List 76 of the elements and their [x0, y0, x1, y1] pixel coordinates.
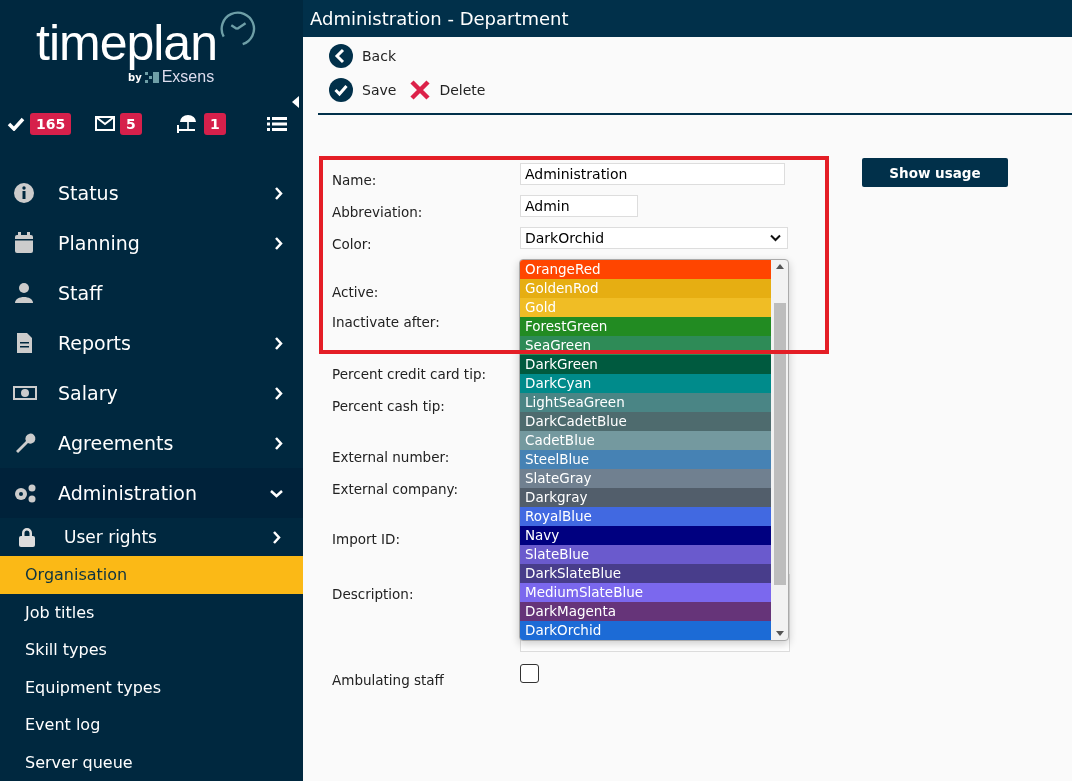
color-option[interactable]: MediumSlateBlue	[520, 583, 771, 602]
color-option[interactable]: DarkOrchid	[520, 621, 771, 640]
nav-item[interactable]: Status	[0, 168, 303, 218]
field-label: Description:	[332, 586, 415, 602]
chevron-right-icon	[274, 236, 283, 250]
field-label: Ambulating staff	[332, 672, 445, 688]
check-icon[interactable]	[7, 116, 25, 131]
check-icon	[329, 78, 353, 102]
scroll-down-icon[interactable]	[775, 631, 784, 636]
count-badge: 165	[30, 112, 72, 135]
color-option[interactable]: DarkCyan	[520, 374, 771, 393]
nav-item[interactable]: Salary	[0, 368, 303, 418]
color-option[interactable]: DarkSlateBlue	[520, 564, 771, 583]
color-option[interactable]: DarkGreen	[520, 355, 771, 374]
field-label: Name:	[332, 172, 378, 188]
chevron-down-icon	[270, 488, 283, 498]
list-icon[interactable]	[267, 115, 287, 132]
chevron-down-icon	[770, 234, 781, 242]
logo-by: by	[128, 71, 142, 83]
field-label: Percent cash tip:	[332, 398, 446, 414]
page-title: Administration - Department	[310, 8, 569, 29]
count-badge: 1	[204, 112, 226, 135]
color-option[interactable]: SlateGray	[520, 469, 771, 488]
name-field[interactable]: Administration	[520, 163, 785, 185]
abbreviation-field[interactable]: Admin	[520, 195, 638, 217]
nav-item[interactable]: Reports	[0, 318, 303, 368]
chevron-right-icon	[272, 530, 281, 544]
nav-subitem[interactable]: Server queue	[0, 743, 303, 781]
field-label: Inactivate after:	[332, 314, 441, 330]
color-option[interactable]: LightSeaGreen	[520, 393, 771, 412]
nav-item[interactable]: Agreements	[0, 418, 303, 468]
checkbox[interactable]	[520, 664, 539, 683]
chevron-right-icon	[274, 436, 283, 450]
nav-subitem[interactable]: Job titles	[0, 593, 303, 631]
scroll-up-icon[interactable]	[775, 264, 784, 269]
clock-icon	[218, 10, 256, 48]
chevron-right-icon	[274, 186, 283, 200]
delete-button[interactable]: Delete	[410, 78, 486, 102]
color-option[interactable]: SteelBlue	[520, 450, 771, 469]
back-button[interactable]: Back	[329, 44, 1072, 68]
color-option[interactable]: DarkCadetBlue	[520, 412, 771, 431]
chevron-right-icon	[274, 386, 283, 400]
show-usage-button[interactable]: Show usage	[862, 158, 1008, 187]
nav-item[interactable]: Staff	[0, 268, 303, 318]
chevron-right-icon	[274, 336, 283, 350]
color-option[interactable]: Darkgray	[520, 488, 771, 507]
color-option[interactable]: DarkMagenta	[520, 602, 771, 621]
nav-subitem[interactable]: Event log	[0, 706, 303, 744]
color-select[interactable]: DarkOrchid	[520, 227, 788, 249]
logo-company: Exsens	[161, 68, 215, 86]
collapse-icon[interactable]	[292, 96, 299, 108]
nav-icon	[12, 482, 38, 504]
color-option[interactable]: Navy	[520, 526, 771, 545]
back-icon	[329, 44, 353, 68]
save-button[interactable]: Save	[329, 78, 397, 102]
field-label: Percent credit card tip:	[332, 366, 487, 382]
field-label: Import ID:	[332, 531, 402, 547]
color-option[interactable]: RoyalBlue	[520, 507, 771, 526]
nav-item[interactable]: Planning	[0, 218, 303, 268]
envelope-icon[interactable]	[95, 116, 115, 132]
count-badge: 5	[120, 112, 142, 135]
nav-subitem[interactable]: Organisation	[0, 556, 303, 594]
field-label: External company:	[332, 481, 460, 497]
nav-subitem[interactable]: Equipment types	[0, 668, 303, 706]
field-label: Color:	[332, 236, 373, 252]
exsens-icon	[144, 71, 159, 83]
color-option[interactable]: ForestGreen	[520, 317, 771, 336]
color-option[interactable]: SlateBlue	[520, 545, 771, 564]
logo-wordmark: timeplan	[36, 18, 217, 68]
nav-subitem[interactable]: User rights	[0, 518, 303, 556]
umbrella-icon[interactable]	[177, 113, 199, 134]
field-label: Abbreviation:	[332, 204, 424, 220]
field-label: Active:	[332, 284, 380, 300]
field-label: External number:	[332, 449, 451, 465]
nav-subitem[interactable]: Skill types	[0, 631, 303, 669]
close-icon	[410, 80, 431, 100]
